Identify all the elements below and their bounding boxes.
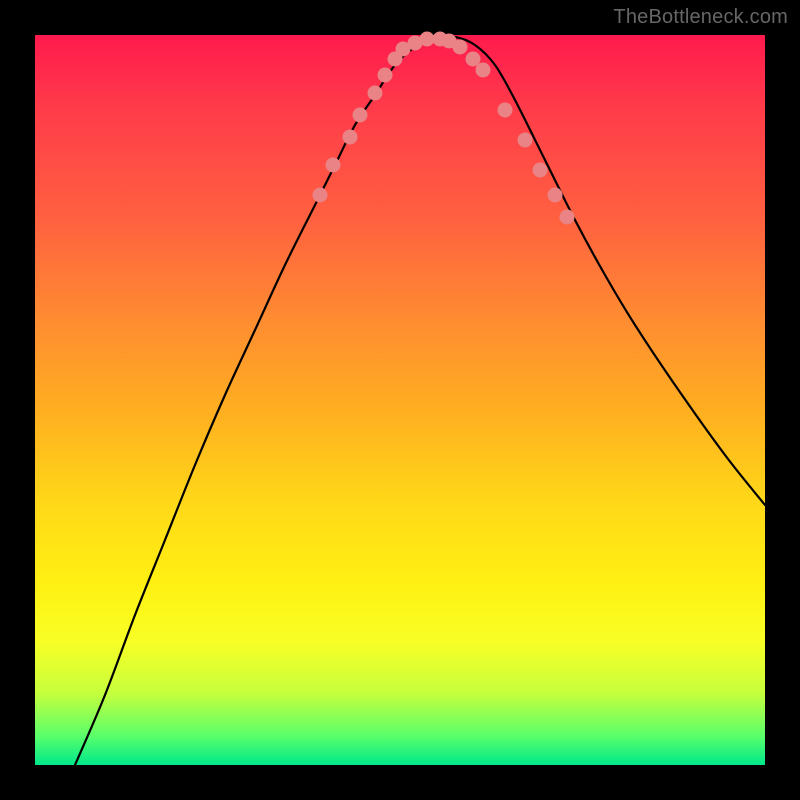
highlight-dot: [453, 40, 468, 55]
highlight-dot: [498, 103, 513, 118]
highlight-dot: [343, 130, 358, 145]
chart-frame: TheBottleneck.com: [0, 0, 800, 800]
highlight-dot: [353, 108, 368, 123]
watermark-text: TheBottleneck.com: [613, 6, 788, 29]
highlight-dot: [548, 188, 563, 203]
plot-area: [35, 35, 765, 765]
bottleneck-curve: [75, 36, 765, 765]
highlight-dot: [533, 163, 548, 178]
highlight-dot: [368, 86, 383, 101]
highlight-dots: [313, 32, 575, 225]
highlight-dot: [326, 158, 341, 173]
highlight-dot: [560, 210, 575, 225]
highlight-dot: [378, 68, 393, 83]
highlight-dot: [476, 63, 491, 78]
curve-svg: [35, 35, 765, 765]
highlight-dot: [420, 32, 435, 47]
highlight-dot: [518, 133, 533, 148]
highlight-dot: [313, 188, 328, 203]
